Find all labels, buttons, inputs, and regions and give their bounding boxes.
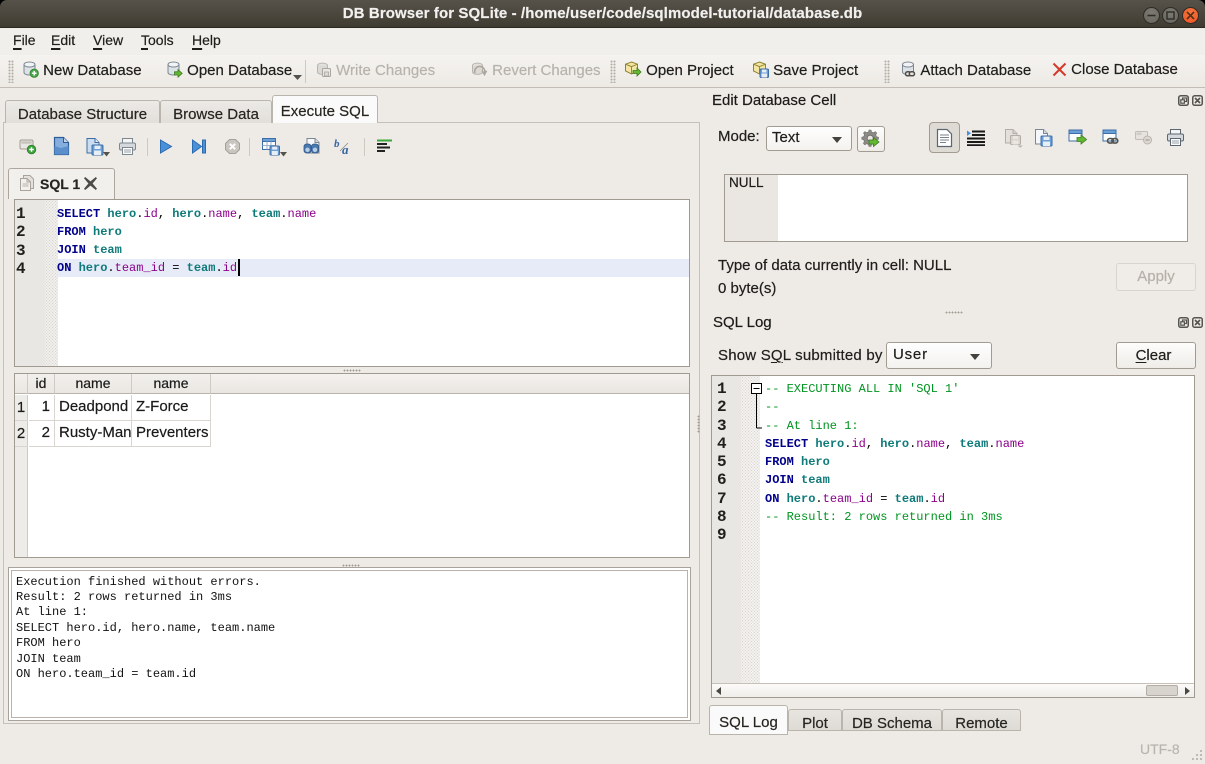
svg-text:a: a: [342, 142, 349, 156]
svg-text:b: b: [334, 138, 340, 150]
